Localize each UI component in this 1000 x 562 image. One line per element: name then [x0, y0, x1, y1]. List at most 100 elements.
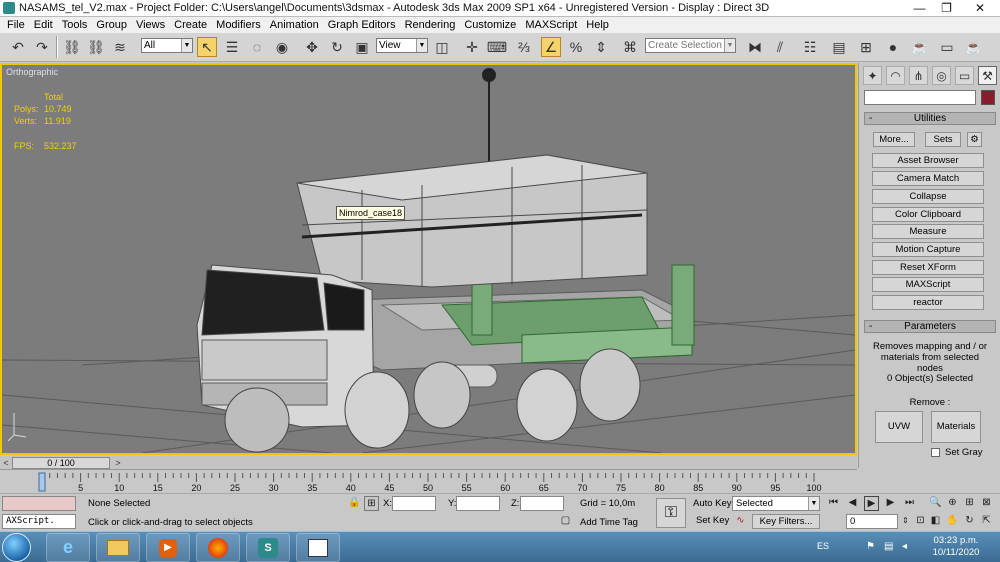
select-object-icon[interactable]: ↖	[197, 37, 217, 57]
align-icon[interactable]: ⫽	[770, 37, 790, 57]
measure-button[interactable]: Measure	[872, 224, 984, 239]
menu-maxscript[interactable]: MAXScript	[522, 17, 583, 33]
more-button[interactable]: More...	[873, 132, 915, 147]
set-gray-checkbox[interactable]	[931, 448, 940, 457]
chevron-right-icon[interactable]: >	[112, 457, 124, 469]
document-app-icon[interactable]	[296, 533, 340, 562]
menu-views[interactable]: Views	[133, 17, 171, 33]
zoom-extents-icon[interactable]: ⊞	[962, 496, 977, 511]
curve-editor-icon[interactable]: ▤	[829, 37, 849, 57]
window-crossing-icon[interactable]: ◉	[272, 37, 292, 57]
motion-tab-icon[interactable]: ◎	[932, 66, 951, 85]
restore-button[interactable]: ❐	[933, 0, 960, 17]
sets-button[interactable]: Sets	[925, 132, 961, 147]
menu-create[interactable]: Create	[171, 17, 213, 33]
create-tab-icon[interactable]: ✦	[863, 66, 882, 85]
add-time-tag-button[interactable]: Add Time Tag	[580, 516, 638, 529]
menu-customize[interactable]: Customize	[461, 17, 522, 33]
z-coordinate-field[interactable]	[520, 496, 564, 511]
zoom-all-icon[interactable]: ⊕	[945, 496, 960, 511]
scene-canvas[interactable]	[2, 65, 855, 453]
pivot-center-icon[interactable]: ◫	[432, 37, 452, 57]
schematic-view-icon[interactable]: ⊞	[856, 37, 876, 57]
spinner-snap-icon[interactable]: ⇕	[591, 37, 611, 57]
maxscript-button[interactable]: MAXScript	[872, 277, 984, 292]
menu-rendering[interactable]: Rendering	[402, 17, 462, 33]
frame-spinner-icon[interactable]: ⇕	[898, 514, 913, 529]
menu-edit[interactable]: Edit	[31, 17, 59, 33]
menu-modifiers[interactable]: Modifiers	[213, 17, 267, 33]
system-clock[interactable]: 03:23 p.m. 10/11/2020	[926, 535, 986, 559]
zoom-icon[interactable]: 🔍	[928, 496, 943, 511]
firefox-icon[interactable]	[196, 533, 240, 562]
maxscript-listener-mini[interactable]	[2, 496, 76, 511]
current-frame-marker[interactable]	[38, 472, 46, 492]
uvw-button[interactable]: UVW	[875, 411, 923, 443]
media-player-icon[interactable]: ▶	[146, 533, 190, 562]
unlink-icon[interactable]: ⛓	[86, 37, 106, 57]
menu-group[interactable]: Group	[93, 17, 133, 33]
pan-view-icon[interactable]: ✋	[945, 514, 960, 529]
current-frame-field[interactable]: 0	[846, 514, 898, 529]
parameters-rollout-header[interactable]: - Parameters	[864, 320, 996, 333]
go-to-end-icon[interactable]: ⏭	[902, 496, 917, 511]
start-button[interactable]	[2, 533, 31, 562]
asset-browser-button[interactable]: Asset Browser	[872, 153, 984, 168]
quick-render-icon[interactable]: ☕	[964, 37, 984, 57]
arc-rotate-icon[interactable]: ↻	[962, 514, 977, 529]
undo-icon[interactable]: ↶	[8, 37, 28, 57]
bind-space-warp-icon[interactable]: ≋	[110, 37, 130, 57]
y-coordinate-field[interactable]	[456, 496, 500, 511]
materials-button[interactable]: Materials	[931, 411, 981, 443]
select-link-icon[interactable]: ⛓	[62, 37, 82, 57]
reactor-button[interactable]: reactor	[872, 295, 984, 310]
field-of-view-icon[interactable]: ◧	[928, 514, 943, 529]
internet-explorer-icon[interactable]: e	[46, 533, 90, 562]
color-clipboard-button[interactable]: Color Clipboard	[872, 207, 984, 222]
chevron-left-icon[interactable]: <	[0, 457, 12, 469]
material-editor-icon[interactable]: ●	[883, 37, 903, 57]
previous-frame-icon[interactable]: ◀	[845, 496, 860, 511]
file-explorer-icon[interactable]	[96, 533, 140, 562]
tray-flag-icon[interactable]: ⚑	[866, 541, 875, 552]
menu-tools[interactable]: Tools	[59, 17, 94, 33]
scale-icon[interactable]: ▣	[352, 37, 372, 57]
selection-region-icon[interactable]: ◌	[247, 37, 267, 57]
select-by-name-icon[interactable]: ☰	[222, 37, 242, 57]
menu-graph-editors[interactable]: Graph Editors	[325, 17, 402, 33]
percent-snap-icon[interactable]: %	[566, 37, 586, 57]
3ds-max-taskbar-icon[interactable]: S	[246, 533, 290, 562]
layer-manager-icon[interactable]: ☷	[800, 37, 820, 57]
next-frame-icon[interactable]: ▶	[883, 496, 898, 511]
collapse-button[interactable]: Collapse	[872, 189, 984, 204]
tray-volume-icon[interactable]: ◂	[902, 541, 907, 552]
lock-selection-icon[interactable]: 🔒	[347, 496, 362, 511]
snaps-toggle-icon[interactable]: ⅔	[514, 37, 534, 57]
viewport-orthographic[interactable]: Orthographic Total Polys: 10.749 Verts: …	[0, 63, 857, 455]
auto-key-button[interactable]: Auto Key	[693, 497, 732, 510]
utilities-rollout-header[interactable]: - Utilities	[864, 112, 996, 125]
move-icon[interactable]: ✥	[302, 37, 322, 57]
time-slider-handle[interactable]: 0 / 100	[12, 457, 110, 469]
angle-snap-icon[interactable]: ∠	[541, 37, 561, 57]
truck-launcher-model[interactable]	[7, 68, 695, 453]
input-language-indicator[interactable]: ES	[817, 541, 829, 551]
viewport-label[interactable]: Orthographic	[6, 67, 58, 77]
absolute-mode-icon[interactable]: ⊞	[364, 496, 379, 511]
display-tab-icon[interactable]: ▭	[955, 66, 974, 85]
rendered-frame-window-icon[interactable]: ▭	[937, 37, 957, 57]
maximize-viewport-icon[interactable]: ⇱	[979, 514, 994, 529]
key-mode-dropdown[interactable]: Selected ▼	[732, 496, 820, 511]
menu-animation[interactable]: Animation	[267, 17, 325, 33]
named-selection-sets-dropdown[interactable]: Create Selection Set ▼	[645, 38, 736, 53]
key-filter-curve-icon[interactable]: ∿	[733, 514, 748, 529]
go-to-start-icon[interactable]: ⏮	[826, 496, 841, 511]
key-filters-button[interactable]: Key Filters...	[752, 514, 820, 529]
minimize-button[interactable]: —	[906, 0, 933, 17]
select-manipulate-icon[interactable]: ✛	[462, 37, 482, 57]
mirror-icon[interactable]: ⧓	[745, 37, 765, 57]
zoom-extents-all-icon[interactable]: ⊠	[979, 496, 994, 511]
configure-sets-icon[interactable]: ⚙	[967, 132, 982, 147]
trackbar-ruler[interactable]: 0510152025303540455055606570758085909510…	[0, 471, 857, 493]
rotate-icon[interactable]: ↻	[327, 37, 347, 57]
